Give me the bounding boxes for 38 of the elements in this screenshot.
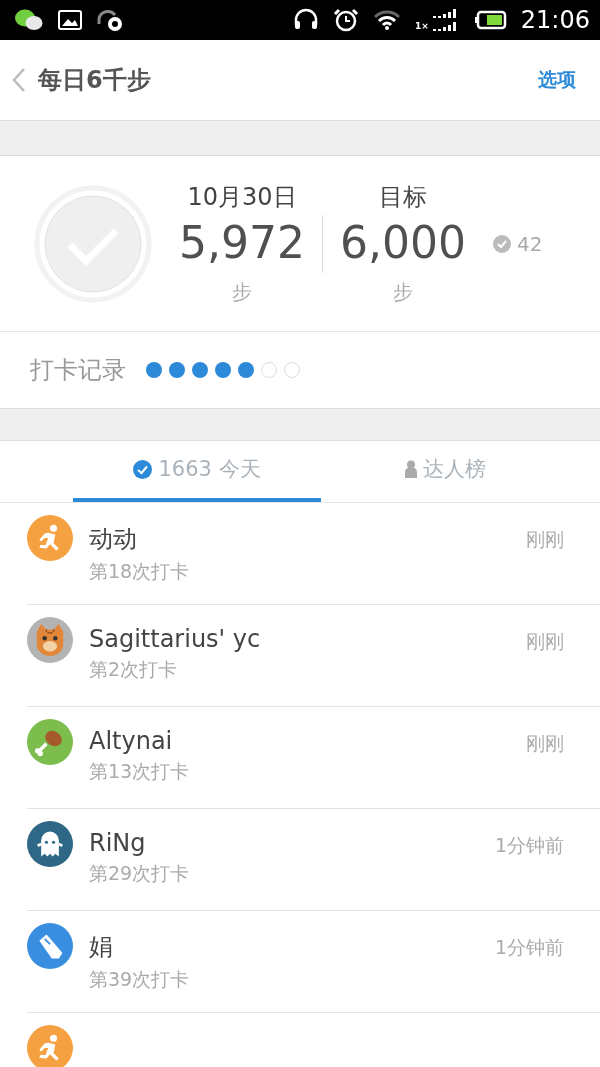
- step-count: 5,972: [179, 216, 305, 271]
- steps-unit: 步: [232, 279, 252, 307]
- checkin-count: 第2次打卡: [89, 656, 179, 682]
- check-icon: [493, 234, 511, 253]
- checkin-time: 1分钟前: [494, 934, 564, 960]
- alarm-clock-icon: [333, 7, 359, 32]
- options-button[interactable]: 选项: [534, 62, 580, 97]
- checkin-count: 第29次打卡: [89, 860, 191, 886]
- checkin-time: 1分钟前: [494, 832, 564, 858]
- check-icon: [133, 459, 153, 479]
- steps-unit: 步: [393, 279, 413, 307]
- person-icon: [404, 460, 417, 479]
- user-name: Altynai: [89, 726, 174, 755]
- chat-app-icon: [14, 7, 44, 32]
- checkin-count: 第39次打卡: [89, 966, 191, 992]
- user-name: 娟: [89, 931, 114, 963]
- tab[interactable]: 达人榜: [321, 440, 569, 502]
- user-name: RiNg: [89, 828, 147, 857]
- record-label: 打卡记录: [30, 354, 126, 386]
- network-label: 1×: [415, 20, 429, 31]
- checkin-count: 第18次打卡: [89, 558, 191, 584]
- battery-icon: [474, 9, 507, 30]
- checkin-time: 刚刚: [526, 628, 564, 654]
- checkin-time: 刚刚: [526, 730, 564, 756]
- goal-label: 目标: [379, 182, 427, 214]
- user-name: 动动: [89, 523, 138, 555]
- wifi-icon: [373, 8, 401, 31]
- clock-time: 21:06: [520, 5, 590, 34]
- date-label: 10月30日: [187, 182, 297, 214]
- image-icon: [58, 9, 82, 30]
- page-title: 每日6千步: [38, 64, 152, 96]
- user-name: Sagittarius' yc: [89, 624, 262, 653]
- goal-count: 6,000: [340, 216, 466, 271]
- checkin-count: 第13次打卡: [89, 758, 191, 784]
- checkin-time: 刚刚: [526, 526, 564, 552]
- completed-count: 42: [517, 231, 543, 256]
- back-icon: [12, 66, 26, 93]
- headphones-icon: [293, 7, 319, 32]
